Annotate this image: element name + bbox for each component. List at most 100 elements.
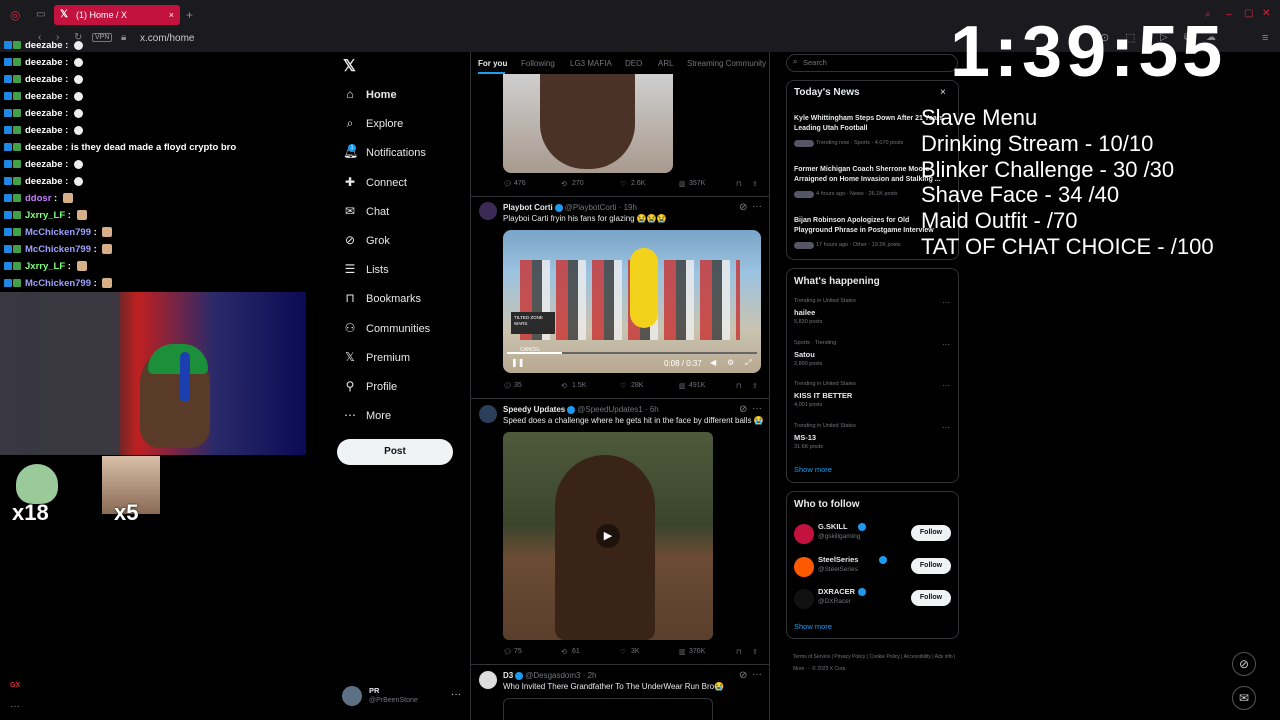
tweet-author[interactable]: D3 @Desgasdom3 · 2h bbox=[503, 671, 597, 680]
views-icon[interactable]: ▥ bbox=[679, 648, 686, 656]
sidebar-item-explore[interactable]: ⌕ Explore bbox=[343, 112, 404, 134]
minimize-icon[interactable]: – bbox=[1226, 10, 1232, 20]
tweet-media[interactable] bbox=[503, 698, 713, 720]
chat-username[interactable]: Jxrry_LF bbox=[25, 210, 65, 221]
menu-icon[interactable]: ≡ bbox=[1262, 33, 1268, 44]
trend-name[interactable]: Satou bbox=[794, 350, 815, 359]
volume-icon[interactable]: ◀ bbox=[710, 358, 716, 367]
url-field[interactable]: x.com/home bbox=[140, 33, 194, 44]
close-icon[interactable]: × bbox=[169, 5, 174, 25]
tab-for-you[interactable]: For you bbox=[478, 59, 507, 68]
chat-username[interactable]: deezabe bbox=[25, 91, 63, 102]
chat-username[interactable]: deezabe bbox=[25, 108, 63, 119]
more-dots-icon[interactable]: ··· bbox=[942, 299, 950, 307]
tab-streaming-community[interactable]: Streaming Community bbox=[687, 59, 766, 68]
bookmark-icon[interactable]: ⊓ bbox=[736, 382, 741, 390]
retweet-icon[interactable]: ⟲ bbox=[561, 382, 567, 390]
avatar[interactable] bbox=[479, 405, 497, 423]
grok-icon[interactable]: ⊘ bbox=[739, 405, 747, 415]
sidebar-item-chat[interactable]: ✉ Chat bbox=[343, 200, 389, 222]
bookmark-icon[interactable]: ⊓ bbox=[736, 648, 741, 656]
retweet-icon[interactable]: ⟲ bbox=[561, 648, 567, 656]
views-icon[interactable]: ▥ bbox=[679, 180, 686, 188]
more-dots-icon[interactable]: ··· bbox=[752, 202, 762, 212]
tab-deo[interactable]: DEO bbox=[625, 59, 642, 68]
reply-icon[interactable]: 💬︎ bbox=[503, 648, 512, 656]
more-dots-icon[interactable]: ··· bbox=[752, 404, 762, 414]
follow-name[interactable]: SteelSeries bbox=[818, 555, 858, 564]
more-dots-icon[interactable]: ··· bbox=[451, 690, 461, 700]
sidebar-item-lists[interactable]: ☰ Lists bbox=[343, 258, 389, 280]
sidebar-item-premium[interactable]: 𝕏 Premium bbox=[343, 346, 410, 368]
tab-island-icon[interactable]: ▭ bbox=[36, 10, 45, 20]
follow-name[interactable]: G.SKILL bbox=[818, 522, 848, 531]
tab-home-x[interactable]: 𝕏 (1) Home / X × bbox=[54, 5, 180, 25]
bookmark-icon[interactable]: ⊓ bbox=[736, 180, 741, 188]
avatar[interactable] bbox=[794, 556, 814, 577]
more-dots-icon[interactable]: ··· bbox=[942, 340, 950, 349]
tweet-author[interactable]: Speedy Updates @SpeedUpdates1 · 6h bbox=[503, 405, 659, 414]
share-icon[interactable]: ⇪ bbox=[752, 180, 758, 188]
retweet-icon[interactable]: ⟲ bbox=[561, 180, 567, 188]
avatar[interactable] bbox=[479, 671, 497, 689]
pause-icon[interactable]: ❚❚ bbox=[511, 358, 524, 367]
follow-button[interactable]: Follow bbox=[911, 590, 951, 606]
chat-username[interactable]: deezabe bbox=[25, 125, 63, 136]
like-icon[interactable]: ♡ bbox=[620, 382, 626, 390]
settings-icon[interactable]: ⚙ bbox=[727, 358, 734, 367]
share-icon[interactable]: ⇪ bbox=[752, 648, 758, 656]
sidebar-item-more[interactable]: ⋯ More bbox=[343, 404, 391, 426]
vpn-badge[interactable]: VPN bbox=[92, 33, 113, 42]
tab-arl[interactable]: ARL bbox=[658, 59, 674, 68]
messages-button[interactable]: ✉ bbox=[1232, 686, 1256, 710]
x-logo-icon[interactable]: 𝕏 bbox=[343, 56, 356, 76]
share-icon[interactable]: ⇪ bbox=[752, 382, 758, 390]
grok-icon[interactable]: ⊘ bbox=[739, 203, 747, 213]
trend-name[interactable]: MS-13 bbox=[794, 433, 816, 442]
sidebar-item-home[interactable]: ⌂ Home bbox=[343, 83, 396, 105]
new-tab-button[interactable]: + bbox=[186, 9, 193, 21]
post-button[interactable]: Post bbox=[337, 439, 453, 465]
more-dots-icon[interactable]: ··· bbox=[10, 702, 20, 712]
play-icon[interactable]: ▶ bbox=[596, 524, 620, 548]
fullscreen-icon[interactable]: ⤢ bbox=[745, 358, 751, 368]
views-icon[interactable]: ▥ bbox=[679, 382, 686, 390]
show-more-link[interactable]: Show more bbox=[794, 622, 832, 631]
sidebar-item-communities[interactable]: ⚇ Communities bbox=[343, 317, 431, 339]
reply-icon[interactable]: 💬︎ bbox=[503, 382, 512, 390]
grok-icon[interactable]: ⊘ bbox=[739, 671, 747, 681]
more-dots-icon[interactable]: ··· bbox=[942, 423, 950, 432]
chat-username[interactable]: McChicken799 bbox=[25, 244, 91, 255]
chat-username[interactable]: deezabe bbox=[25, 142, 63, 153]
show-more-link[interactable]: Show more bbox=[794, 465, 832, 474]
follow-button[interactable]: Follow bbox=[911, 557, 951, 574]
chat-username[interactable]: McChicken799 bbox=[25, 278, 91, 289]
more-dots-icon[interactable]: ··· bbox=[752, 670, 762, 680]
sidebar-item-profile[interactable]: ⚲ Profile bbox=[343, 375, 398, 397]
chat-username[interactable]: ddosr bbox=[25, 193, 51, 204]
chat-username[interactable]: McChicken799 bbox=[25, 227, 91, 238]
sidebar-item-notifications[interactable]: 🔔︎ Notifications bbox=[343, 141, 426, 163]
sidebar-item-connect[interactable]: ✚ Connect bbox=[343, 171, 407, 193]
avatar[interactable] bbox=[794, 524, 814, 544]
avatar[interactable] bbox=[479, 202, 497, 220]
reply-icon[interactable]: 💬︎ bbox=[503, 180, 512, 188]
chat-username[interactable]: deezabe bbox=[25, 74, 63, 85]
account-switcher[interactable] bbox=[342, 686, 362, 709]
maximize-icon[interactable]: ▢ bbox=[1244, 9, 1253, 19]
trend-name[interactable]: KISS IT BETTER bbox=[794, 391, 852, 400]
chat-username[interactable]: deezabe bbox=[25, 57, 63, 68]
tweet-author[interactable]: Playbot Corti @PlaybotCorti · 19h bbox=[503, 203, 637, 212]
tab-lg3-mafia[interactable]: LG3 MAFIA bbox=[570, 59, 612, 68]
chat-username[interactable]: deezabe bbox=[25, 159, 63, 170]
sidebar-item-grok[interactable]: ⊘ Grok bbox=[343, 229, 390, 251]
more-dots-icon[interactable]: ··· bbox=[942, 382, 950, 390]
search-input[interactable]: Search bbox=[786, 54, 958, 72]
avatar[interactable] bbox=[794, 589, 814, 609]
close-icon[interactable]: × bbox=[940, 88, 946, 98]
chat-username[interactable]: Jxrry_LF bbox=[25, 261, 65, 272]
like-icon[interactable]: ♡ bbox=[620, 180, 626, 188]
sidebar-item-bookmarks[interactable]: ⊓ Bookmarks bbox=[343, 287, 421, 309]
footer-links[interactable]: Terms of Service | Privacy Policy | Cook… bbox=[793, 651, 958, 675]
follow-name[interactable]: DXRACER bbox=[818, 587, 855, 596]
